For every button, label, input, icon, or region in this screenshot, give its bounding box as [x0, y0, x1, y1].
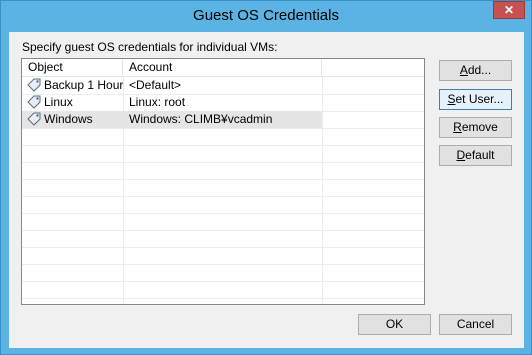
instruction-label: Specify guest OS credentials for individ… [22, 40, 278, 54]
row-gridline [22, 281, 424, 282]
tag-icon [27, 112, 41, 126]
title-bar[interactable]: Guest OS Credentials ✕ [1, 1, 531, 32]
column-header-object[interactable]: Object [22, 59, 123, 76]
add-button[interactable]: Add... [439, 60, 512, 81]
cell-account: <Default> [129, 78, 182, 92]
cell-object: Linux [44, 95, 73, 109]
list-header: Object Account [22, 59, 424, 77]
close-icon: ✕ [503, 3, 515, 17]
row-gridline [22, 162, 424, 163]
row-gridline [22, 196, 424, 197]
row-gridline [22, 298, 424, 299]
dialog-body: Specify guest OS credentials for individ… [9, 32, 524, 348]
column-header-account[interactable]: Account [123, 59, 322, 76]
remove-button[interactable]: Remove [439, 117, 512, 138]
table-row[interactable]: Linux Linux: root [22, 94, 322, 111]
row-gridline [22, 247, 424, 248]
row-gridline [22, 145, 424, 146]
cell-object: Backup 1 Hour [44, 78, 124, 92]
cancel-button[interactable]: Cancel [439, 314, 512, 335]
table-row[interactable]: Backup 1 Hour <Default> [22, 77, 322, 94]
cell-account: Windows: CLIMB¥vcadmin [129, 112, 273, 126]
dialog-window: Guest OS Credentials ✕ Specify guest OS … [0, 0, 532, 355]
dialog-title: Guest OS Credentials [193, 7, 339, 24]
row-gridline [22, 230, 424, 231]
credentials-list[interactable]: Object Account Backup 1 Hour <Default> L… [21, 58, 425, 305]
tag-icon [27, 78, 41, 92]
ok-button[interactable]: OK [358, 314, 431, 335]
cell-object: Windows [44, 112, 93, 126]
tag-icon [27, 95, 41, 109]
set-user-button[interactable]: Set User... [439, 89, 512, 110]
close-button[interactable]: ✕ [493, 1, 525, 19]
default-button[interactable]: Default [439, 145, 512, 166]
row-gridline [22, 128, 424, 129]
table-row-selected[interactable]: Windows Windows: CLIMB¥vcadmin [22, 111, 322, 128]
row-gridline [22, 179, 424, 180]
row-gridline [22, 213, 424, 214]
row-gridline [22, 264, 424, 265]
cell-account: Linux: root [129, 95, 186, 109]
